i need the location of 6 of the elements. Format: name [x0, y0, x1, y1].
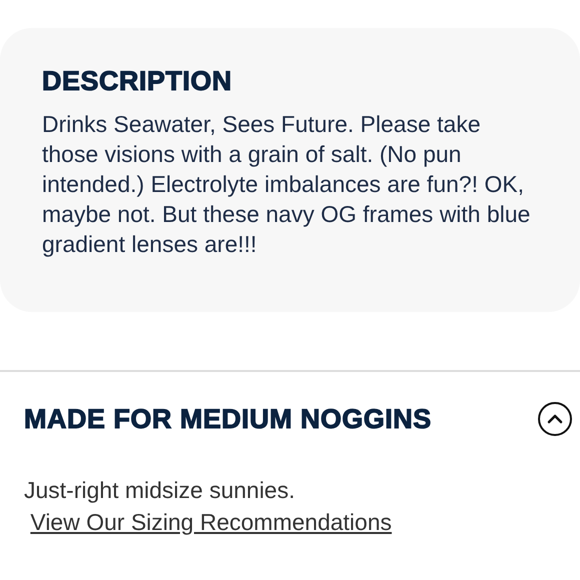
chevron-icon[interactable] [538, 402, 572, 436]
sizing-text: Just-right midsize sunnies. View Our Sizing Recommendations [24, 476, 393, 537]
sizing-link[interactable]: View Our Sizing Recommendations [30, 509, 392, 535]
sizing-heading: MADE FOR MEDIUM NOGGINS [24, 404, 432, 434]
description-heading: DESCRIPTION [42, 66, 234, 97]
description-text: Drinks Seawater, Sees Future. Please take those visions with a grain of salt. (No pun intended.) Electrolyte imbalances are fun?! OK, maybe not. But these navy OG frames with blue gradient lenses are!!! [42, 110, 532, 259]
